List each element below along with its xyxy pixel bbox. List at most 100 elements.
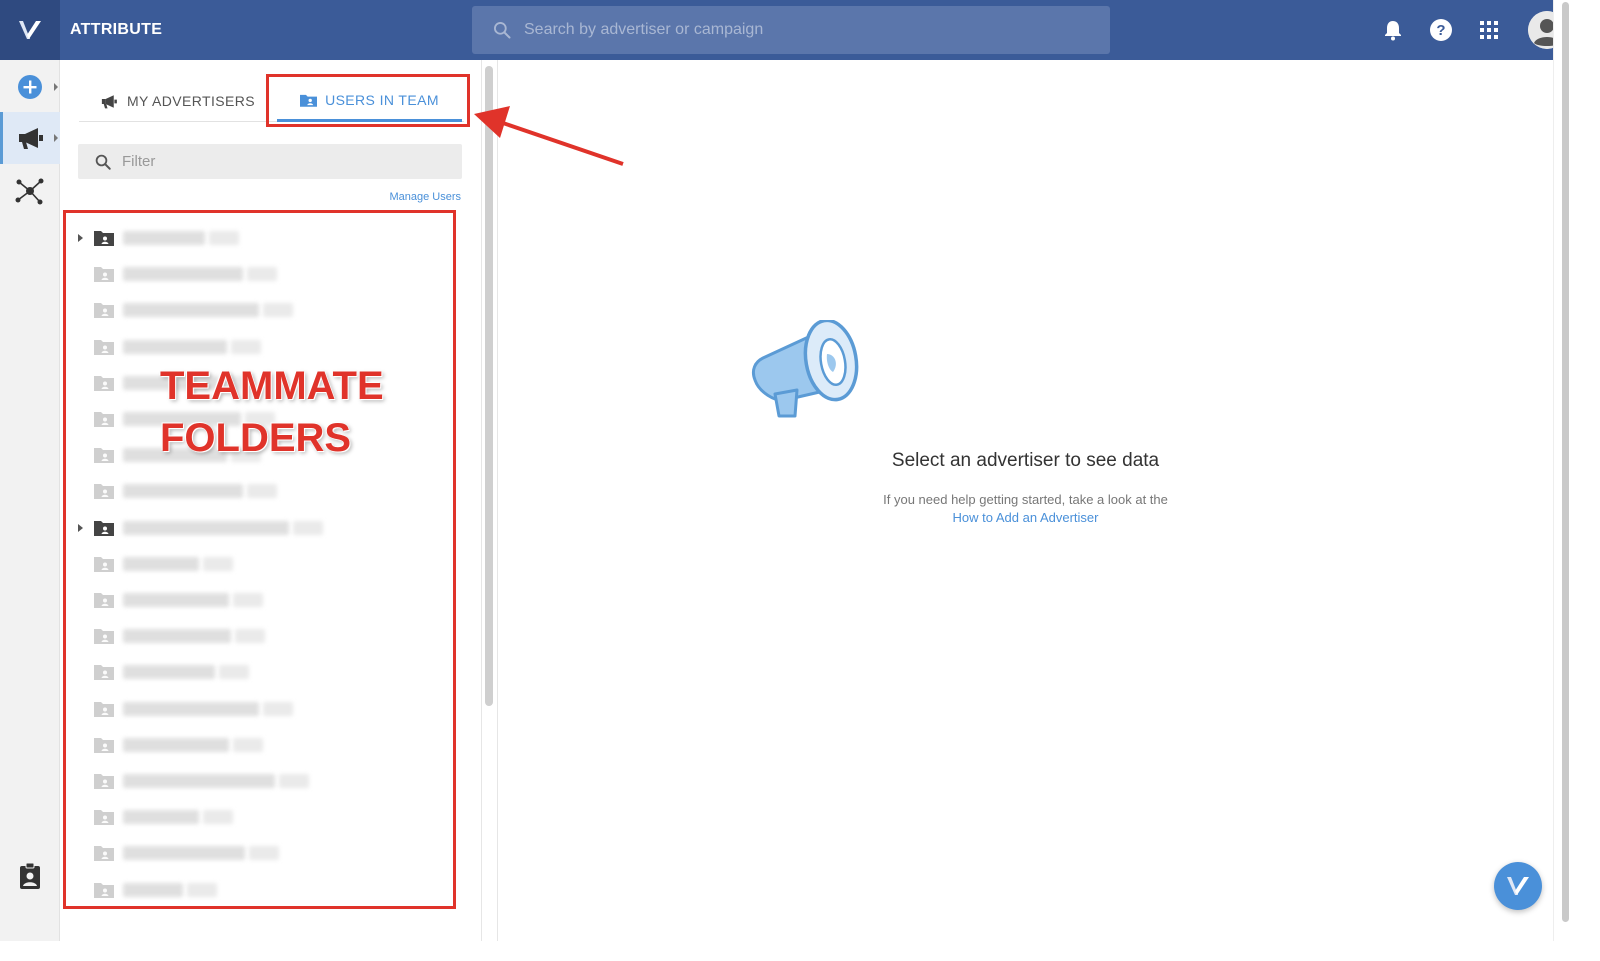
redacted-detail — [209, 231, 239, 245]
assistant-fab[interactable] — [1494, 862, 1542, 910]
tree-folder-row-expandable[interactable] — [61, 220, 481, 256]
rail-advertisers-button[interactable] — [0, 112, 60, 164]
search-input[interactable] — [524, 21, 1084, 39]
expand-caret-icon — [54, 83, 58, 91]
redacted-name — [123, 556, 199, 571]
rail-network-button[interactable] — [0, 165, 60, 217]
redacted-detail — [233, 737, 263, 752]
tree-user-folder-row[interactable] — [61, 727, 481, 763]
app-window: ATTRIBUTE ? — [0, 0, 1600, 961]
megaphone-illustration-icon — [751, 320, 859, 418]
user-folder-icon — [94, 701, 114, 717]
bell-icon[interactable] — [1380, 17, 1406, 43]
user-folder-icon — [94, 628, 114, 645]
annotation-line-1: TEAMMATE — [160, 364, 384, 408]
redacted-name — [123, 339, 227, 354]
user-folder-icon — [94, 339, 114, 355]
megaphone-icon — [18, 128, 43, 149]
user-folder-icon — [94, 592, 114, 608]
svg-text:?: ? — [1436, 22, 1445, 39]
redacted-detail — [235, 629, 265, 644]
tree-user-folder-row[interactable] — [61, 835, 481, 871]
redacted-name — [123, 520, 289, 535]
panel-tabs: MY ADVERTISERS USERS IN TEAM — [79, 80, 464, 122]
page-scrollbar-thumb[interactable] — [1562, 2, 1569, 922]
redacted-name — [123, 484, 243, 499]
tree-user-folder-row[interactable] — [61, 546, 481, 582]
advertiser-panel: MY ADVERTISERS USERS IN TEAM Man — [61, 60, 481, 941]
redacted-name — [123, 593, 229, 607]
user-folder-icon — [94, 266, 114, 283]
redacted-detail — [203, 556, 233, 571]
tree-user-folder-row[interactable] — [61, 799, 481, 835]
clipboard-user-icon — [20, 862, 40, 889]
redacted-name — [123, 665, 215, 680]
tree-user-folder-row[interactable] — [61, 691, 481, 727]
expand-caret-icon[interactable] — [78, 523, 83, 532]
annotation-arrow-icon — [474, 106, 624, 166]
expand-caret-icon[interactable] — [78, 234, 83, 242]
redacted-name — [123, 701, 259, 716]
expand-caret-icon — [54, 134, 58, 142]
rail-clipboard-button[interactable] — [0, 850, 60, 902]
redacted-name — [123, 231, 205, 245]
tab-label: MY ADVERTISERS — [126, 93, 255, 109]
tab-users-in-team[interactable]: USERS IN TEAM — [277, 80, 462, 122]
how-to-add-advertiser-link[interactable]: How to Add an Advertiser — [498, 510, 1553, 525]
main-content: Select an advertiser to see data If you … — [498, 60, 1553, 941]
global-search[interactable] — [472, 6, 1110, 54]
search-icon — [494, 22, 511, 39]
user-folder-icon — [94, 302, 114, 319]
redacted-detail — [203, 810, 233, 825]
user-folder-icon — [94, 737, 114, 753]
top-bar: ATTRIBUTE ? — [0, 0, 1588, 60]
tree-user-folder-row[interactable] — [61, 872, 481, 908]
user-folder-icon — [94, 664, 114, 681]
tree-user-folder-row[interactable] — [61, 292, 481, 328]
page-scrollbar[interactable] — [1553, 0, 1588, 941]
user-folder-icon — [94, 556, 114, 572]
user-folder-icon — [94, 411, 114, 427]
empty-state-title: Select an advertiser to see data — [891, 450, 1160, 471]
tree-user-folder-row[interactable] — [61, 618, 481, 654]
megaphone-icon — [101, 94, 119, 109]
app-title: ATTRIBUTE — [70, 21, 163, 38]
redacted-detail — [247, 484, 277, 499]
tree-user-folder-row[interactable] — [61, 763, 481, 799]
redacted-detail — [293, 520, 323, 535]
redacted-detail — [187, 882, 217, 897]
user-folder-icon — [300, 93, 318, 107]
user-folder-icon — [94, 882, 114, 898]
tab-my-advertisers[interactable]: MY ADVERTISERS — [79, 80, 277, 122]
panel-resize-handle[interactable] — [481, 60, 498, 941]
tab-label: USERS IN TEAM — [325, 91, 439, 108]
apps-grid-icon[interactable] — [1476, 17, 1502, 43]
redacted-detail — [263, 701, 293, 716]
tree-user-folder-row[interactable] — [61, 256, 481, 292]
rail-add-button[interactable] — [0, 61, 60, 113]
tree-user-folder-row[interactable] — [61, 654, 481, 690]
search-icon — [95, 154, 111, 170]
folder-icon — [94, 230, 114, 246]
redacted-detail — [231, 339, 261, 354]
empty-state-help: If you need help getting started, take a… — [883, 492, 1168, 507]
tree-user-folder-row[interactable] — [61, 582, 481, 618]
redacted-detail — [249, 846, 279, 861]
filter-input[interactable] — [122, 153, 442, 170]
user-folder-icon — [94, 375, 114, 391]
manage-users-link[interactable]: Manage Users — [389, 191, 461, 203]
redacted-detail — [233, 593, 263, 607]
help-icon[interactable]: ? — [1428, 17, 1454, 43]
redacted-name — [123, 774, 275, 788]
annotation-label: TEAMMATE FOLDERS — [160, 360, 384, 464]
redacted-name — [123, 737, 229, 752]
tree-folder-row-expandable[interactable] — [61, 510, 481, 546]
redacted-detail — [219, 665, 249, 680]
network-icon — [15, 178, 44, 205]
redacted-detail — [263, 303, 293, 318]
tree-user-folder-row[interactable] — [61, 473, 481, 509]
user-folder-icon — [94, 483, 114, 500]
app-logo[interactable] — [0, 0, 60, 60]
redacted-detail — [247, 267, 277, 282]
filter-field[interactable] — [78, 144, 462, 179]
